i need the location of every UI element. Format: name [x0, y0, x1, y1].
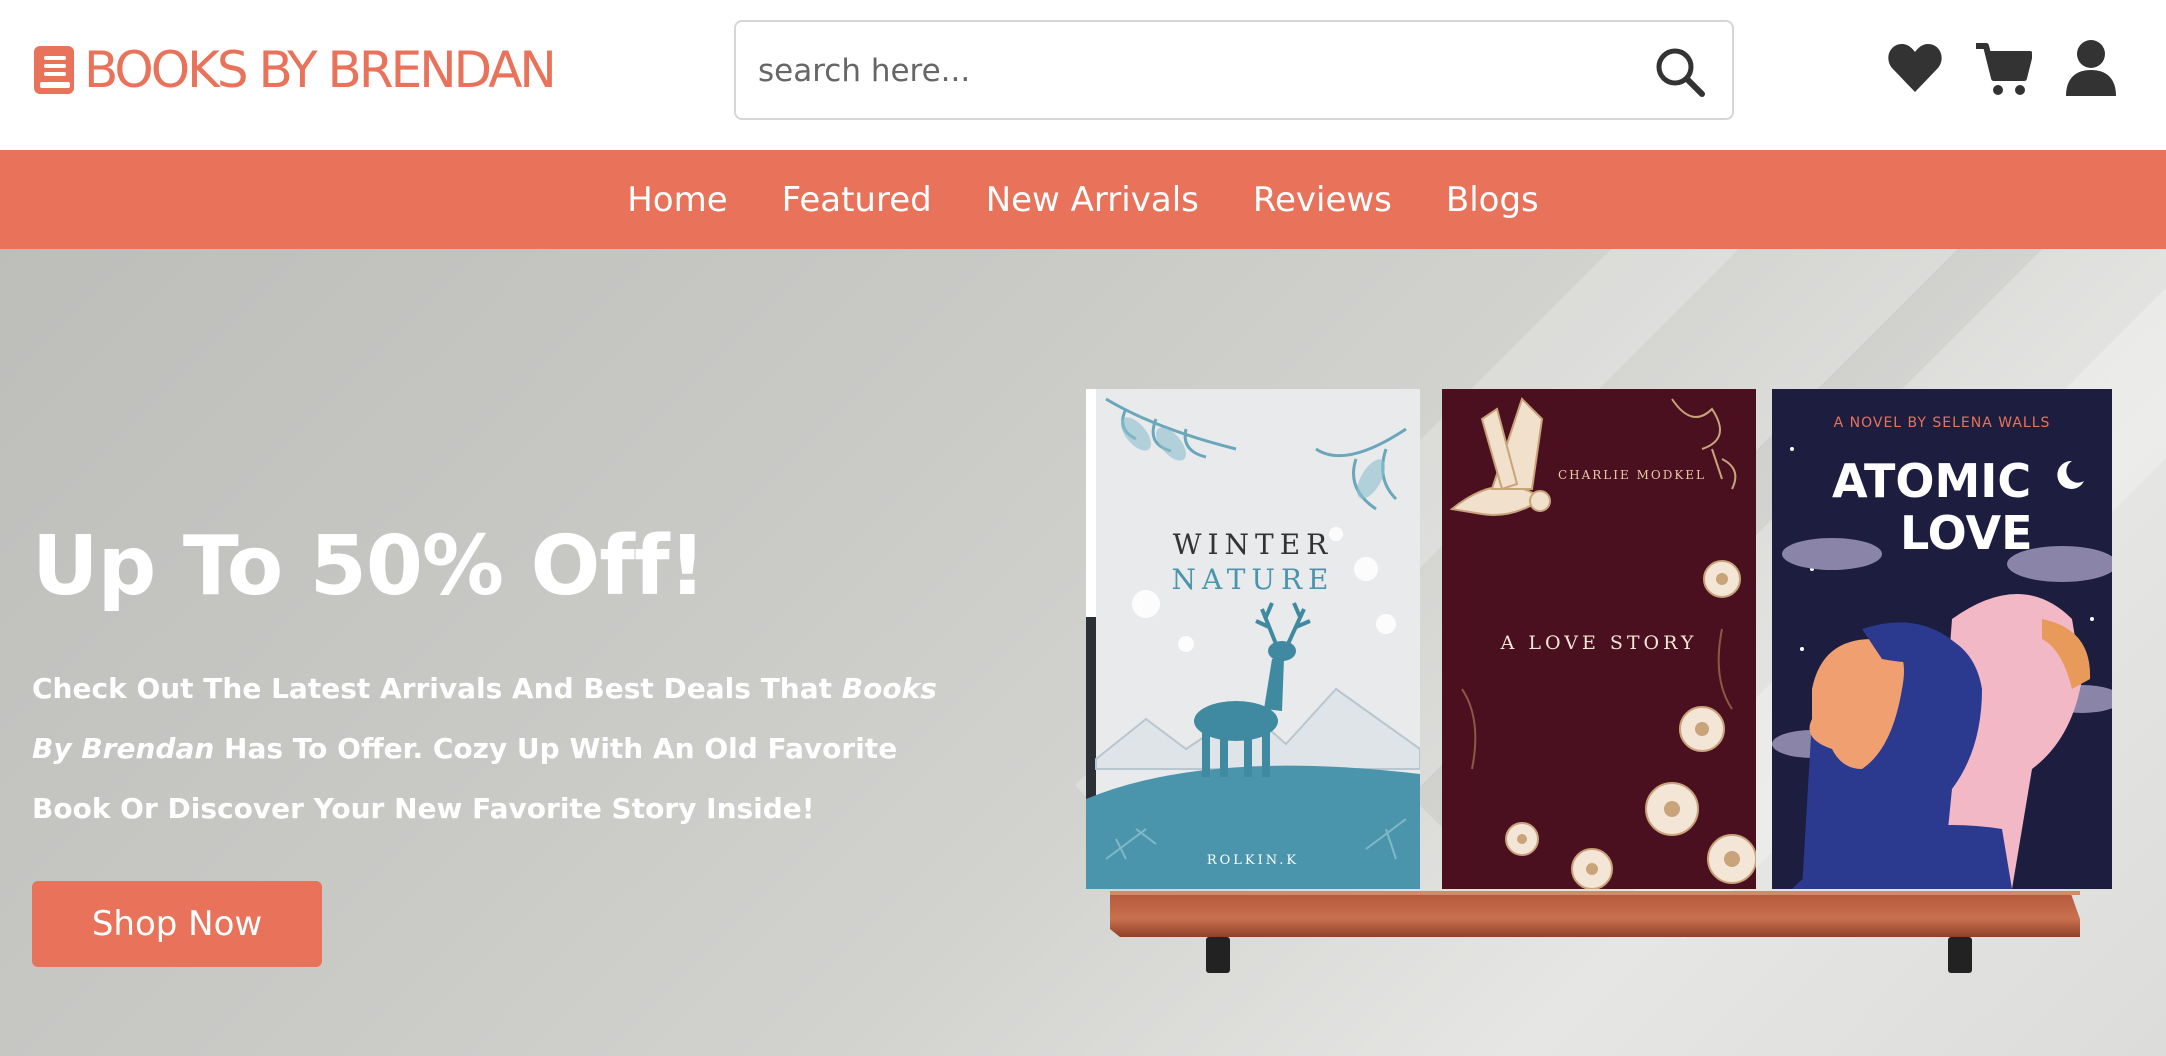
hero-description: Check Out The Latest Arrivals And Best D… [32, 659, 972, 839]
wooden-shelf [1110, 891, 2080, 937]
book-shelf-display: WINTER NATURE ROLKIN.K CHARLIE MODKEL A … [1080, 249, 2120, 1056]
book-title-line2: NATURE [1172, 563, 1335, 596]
nav-item-home[interactable]: Home [627, 180, 727, 220]
book-cover-a-love-story[interactable]: CHARLIE MODKEL A LOVE STORY [1442, 389, 1756, 889]
shelf-bracket [1948, 937, 1972, 973]
shop-now-button[interactable]: Shop Now [32, 881, 322, 967]
search-input[interactable] [758, 46, 1638, 96]
nav-item-blogs[interactable]: Blogs [1446, 180, 1539, 220]
heart-icon[interactable] [1886, 38, 1944, 98]
search-icon[interactable] [1652, 44, 1708, 100]
brand-name: BOOKS BY BRENDAN [84, 41, 557, 99]
book-author: CHARLIE MODKEL [1558, 468, 1706, 482]
book-icon [34, 46, 74, 94]
nav-item-featured[interactable]: Featured [782, 180, 932, 220]
hero-banner: Up To 50% Off! Check Out The Latest Arri… [0, 249, 2166, 1056]
book-title-line1: ATOMIC [1832, 454, 2031, 508]
hero-title: Up To 50% Off! [32, 519, 706, 614]
cart-icon[interactable] [1974, 38, 2032, 98]
main-nav: Home Featured New Arrivals Reviews Blogs [0, 150, 2166, 249]
site-header: BOOKS BY BRENDAN [0, 0, 2166, 150]
hero-description-text: Check Out The Latest Arrivals And Best D… [32, 672, 842, 705]
nav-item-reviews[interactable]: Reviews [1253, 180, 1392, 220]
book-cover-atomic-love[interactable]: A NOVEL BY SELENA WALLS ATOMIC LOVE [1772, 389, 2112, 889]
user-icon[interactable] [2062, 38, 2120, 98]
search-bar [734, 20, 1734, 120]
book-title: A LOVE STORY [1500, 632, 1698, 654]
book-subtitle: A NOVEL BY SELENA WALLS [1834, 415, 2051, 431]
book-author: ROLKIN.K [1207, 853, 1299, 868]
nav-item-new-arrivals[interactable]: New Arrivals [986, 180, 1199, 220]
book-cover-winter-nature[interactable]: WINTER NATURE ROLKIN.K [1086, 389, 1420, 889]
shelf-bracket [1206, 937, 1230, 973]
book-title-line2: LOVE [1900, 506, 2033, 560]
brand-logo[interactable]: BOOKS BY BRENDAN [32, 41, 557, 99]
book-title-line1: WINTER [1173, 528, 1334, 561]
